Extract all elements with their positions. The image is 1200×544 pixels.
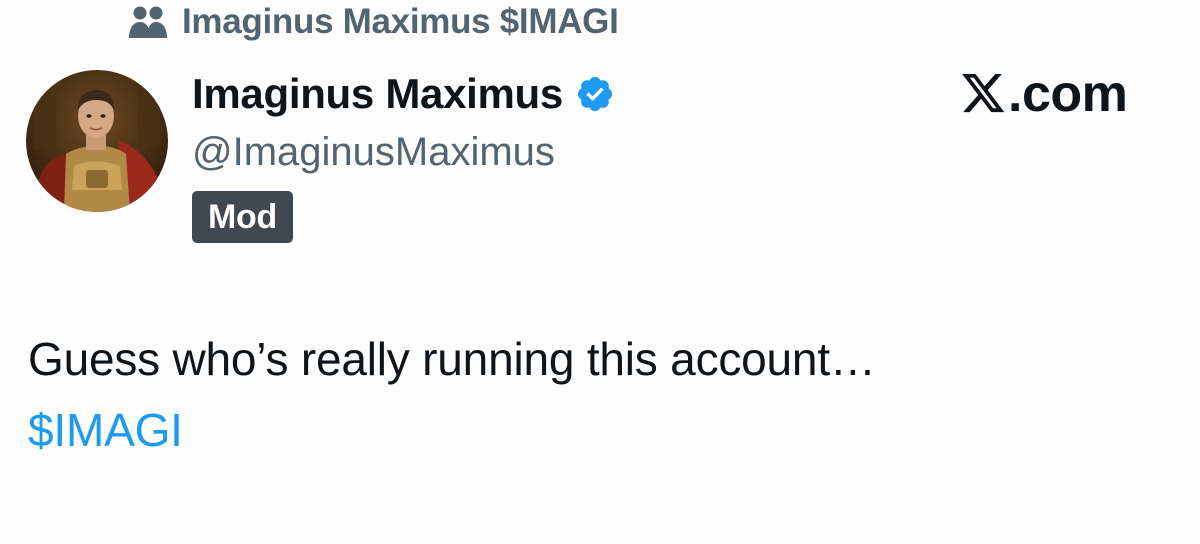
x-logo-icon	[962, 74, 1006, 114]
community-name[interactable]: Imaginus Maximus $IMAGI	[182, 2, 619, 42]
tweet-screenshot: Imaginus Maximus $IMAGI Imaginus Maximus…	[0, 0, 1200, 544]
verified-badge-icon[interactable]	[575, 74, 615, 114]
cashtag-link[interactable]: $IMAGI	[28, 399, 183, 461]
x-domain-text: .com	[1008, 65, 1128, 123]
community-icon	[128, 5, 168, 39]
community-header[interactable]: Imaginus Maximus $IMAGI	[128, 0, 619, 44]
mod-role-badge: Mod	[192, 191, 293, 243]
avatar[interactable]	[26, 70, 168, 212]
user-handle[interactable]: @ImaginusMaximus	[192, 124, 555, 180]
display-name[interactable]: Imaginus Maximus	[192, 70, 563, 118]
display-name-row[interactable]: Imaginus Maximus	[192, 66, 615, 122]
post-text: Guess who’s really running this account…	[28, 333, 876, 385]
x-brand-watermark: .com	[962, 65, 1128, 123]
